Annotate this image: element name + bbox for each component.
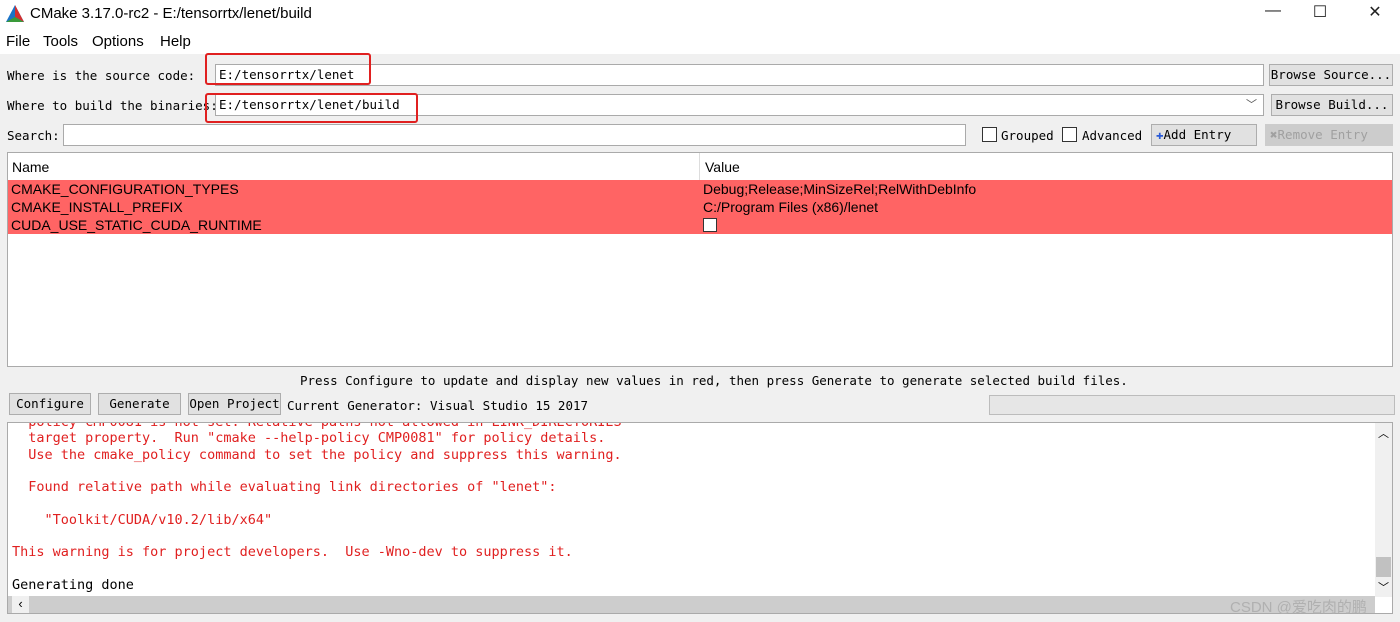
cmake-logo-icon xyxy=(6,5,24,22)
close-button[interactable]: ✕ xyxy=(1352,2,1398,26)
scrollbar-thumb[interactable] xyxy=(1376,557,1391,577)
entry-value[interactable]: C:/Program Files (x86)/lenet xyxy=(703,199,878,215)
current-generator: Current Generator: Visual Studio 15 2017 xyxy=(287,398,589,413)
remove-icon: ✖ xyxy=(1270,127,1278,142)
column-divider xyxy=(699,153,700,180)
menu-tools[interactable]: Tools xyxy=(43,33,78,50)
menu-bar xyxy=(0,28,1400,54)
log-line: "Toolkit/CUDA/v10.2/lib/x64" xyxy=(12,511,273,528)
table-row[interactable]: CMAKE_INSTALL_PREFIX C:/Program Files (x8… xyxy=(8,198,1392,216)
log-line: target property. Run "cmake --help-polic… xyxy=(12,430,606,447)
log-line: Use the cmake_policy command to set the … xyxy=(12,446,622,463)
hint-text: Press Configure to update and display ne… xyxy=(300,373,1128,388)
log-line: Generating done xyxy=(12,577,134,593)
advanced-label: Advanced xyxy=(1082,128,1143,143)
browse-source-button[interactable]: Browse Source... xyxy=(1269,64,1393,86)
maximize-button[interactable]: ☐ xyxy=(1297,2,1343,26)
grouped-checkbox[interactable] xyxy=(982,127,997,142)
output-log: policy CMP0081 is not set: Relative path… xyxy=(7,422,1393,614)
entry-value[interactable]: Debug;Release;MinSizeRel;RelWithDebInfo xyxy=(703,181,976,197)
column-header-value[interactable]: Value xyxy=(705,159,740,175)
plus-icon: ✚ xyxy=(1156,127,1164,142)
configure-button[interactable]: Configure xyxy=(9,393,91,415)
window-title: CMake 3.17.0-rc2 - E:/tensorrtx/lenet/bu… xyxy=(30,5,312,22)
search-label: Search: xyxy=(7,128,60,143)
scroll-down-icon[interactable]: ﹀ xyxy=(1378,579,1389,595)
minimize-button[interactable]: — xyxy=(1250,2,1296,26)
cache-table: Name Value CMAKE_CONFIGURATION_TYPES Debu… xyxy=(7,152,1393,367)
table-row[interactable]: CMAKE_CONFIGURATION_TYPES Debug;Release;M… xyxy=(8,180,1392,198)
menu-file[interactable]: File xyxy=(6,33,30,50)
entry-name: CUDA_USE_STATIC_CUDA_RUNTIME xyxy=(11,217,262,233)
entry-name: CMAKE_INSTALL_PREFIX xyxy=(11,199,183,215)
source-input[interactable]: E:/tensorrtx/lenet xyxy=(215,64,1264,86)
horizontal-scrollbar[interactable]: ‹ xyxy=(8,596,1375,613)
source-label: Where is the source code: xyxy=(7,68,196,83)
entry-name: CMAKE_CONFIGURATION_TYPES xyxy=(11,181,239,197)
advanced-checkbox[interactable] xyxy=(1062,127,1077,142)
generate-button[interactable]: Generate xyxy=(98,393,181,415)
grouped-label: Grouped xyxy=(1001,128,1054,143)
scroll-up-icon[interactable]: ︿ xyxy=(1378,425,1389,441)
remove-entry-button[interactable]: ✖Remove Entry xyxy=(1265,124,1393,146)
search-input[interactable] xyxy=(63,124,966,146)
add-entry-button[interactable]: ✚Add Entry xyxy=(1151,124,1257,146)
highlight-box xyxy=(205,93,418,123)
browse-build-button[interactable]: Browse Build... xyxy=(1271,94,1393,116)
add-entry-label: Add Entry xyxy=(1163,127,1232,142)
progress-bar xyxy=(989,395,1395,415)
vertical-scrollbar[interactable]: ︿ ﹀ xyxy=(1375,423,1392,597)
table-row[interactable]: CUDA_USE_STATIC_CUDA_RUNTIME xyxy=(8,216,1392,234)
watermark: CSDN @爱吃肉的鹏 xyxy=(1230,599,1367,616)
menu-help[interactable]: Help xyxy=(160,33,191,50)
highlight-box xyxy=(205,53,371,85)
menu-options[interactable]: Options xyxy=(92,33,144,50)
entry-checkbox[interactable] xyxy=(703,218,717,232)
open-project-button[interactable]: Open Project xyxy=(188,393,281,415)
log-line: policy CMP0081 is not set: Relative path… xyxy=(12,422,622,430)
chevron-down-icon[interactable]: ﹀ xyxy=(1246,96,1257,112)
column-header-name[interactable]: Name xyxy=(12,159,49,175)
scroll-left-icon[interactable]: ‹ xyxy=(12,596,29,613)
log-line: Found relative path while evaluating lin… xyxy=(12,479,557,496)
log-line: This warning is for project developers. … xyxy=(12,544,573,561)
remove-entry-label: Remove Entry xyxy=(1277,127,1368,142)
build-label: Where to build the binaries: xyxy=(7,98,218,113)
